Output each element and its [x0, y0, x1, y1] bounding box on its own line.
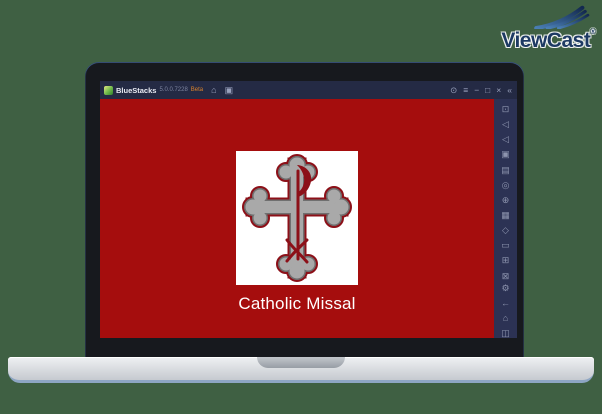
app-title: Catholic Missal — [238, 294, 356, 313]
location-icon[interactable]: ◎ — [502, 179, 510, 191]
install-apk-icon[interactable]: ⊕ — [502, 194, 510, 206]
bluestacks-logo-icon — [104, 85, 113, 95]
sidebar-nav: ⚙ ← ⌂ ◫ — [501, 282, 510, 338]
volume-up-icon[interactable]: ◁ — [502, 118, 509, 130]
viewcast-logo: ViewCast® — [493, 5, 595, 53]
game-controls-icon[interactable]: ⊠ — [502, 270, 510, 282]
screenshot-icon[interactable]: ▣ — [501, 148, 510, 160]
info-icon[interactable]: ⊙ — [450, 86, 457, 95]
app-name: BlueStacks — [116, 85, 157, 95]
collapse-sidebar-icon[interactable]: « — [507, 86, 512, 95]
settings-gear-icon[interactable]: ⚙ — [501, 282, 509, 294]
recent-apps-icon[interactable]: ◫ — [501, 327, 510, 338]
viewcast-swoosh-icon — [534, 5, 590, 29]
catholic-missal-app: Catholic Missal — [100, 99, 494, 338]
beta-badge: Beta — [190, 87, 204, 93]
app-logo-tile — [236, 151, 358, 285]
multi-instance-icon[interactable]: ⊞ — [502, 254, 510, 266]
home-tab-icon[interactable]: ⌂ — [211, 85, 216, 95]
media-manager-icon[interactable]: ▦ — [501, 209, 510, 221]
budded-cross-icon — [236, 151, 358, 285]
macro-recorder-icon[interactable]: ◇ — [502, 224, 509, 236]
bluestacks-titlebar: BlueStacks 5.0.0.7228 Beta ⌂ ▣ ⊙ ≡ − □ ×… — [100, 81, 517, 99]
screen-recorder-icon[interactable]: ▤ — [501, 164, 510, 176]
sidebar-tools: ⊡ ◁ ◁ ▣ ▤ ◎ ⊕ ▦ ◇ ▭ ⊞ ⊠ — [501, 103, 510, 282]
fullscreen-icon[interactable]: ⊡ — [502, 103, 510, 115]
window-controls: ⊙ ≡ − □ × « — [450, 86, 512, 95]
folder-icon[interactable]: ▭ — [501, 239, 510, 251]
laptop-base-notch — [257, 357, 345, 368]
menu-icon[interactable]: ≡ — [463, 86, 468, 95]
close-icon[interactable]: × — [496, 86, 501, 95]
page-background: ViewCast® BlueStacks 5.0.0.7228 Beta ⌂ ▣… — [0, 0, 602, 414]
maximize-icon[interactable]: □ — [485, 86, 490, 95]
registered-mark: ® — [590, 29, 595, 36]
back-icon[interactable]: ← — [501, 297, 510, 309]
volume-down-icon[interactable]: ◁ — [502, 133, 509, 145]
titlebar-left: BlueStacks 5.0.0.7228 Beta ⌂ ▣ — [104, 85, 233, 96]
home-icon[interactable]: ⌂ — [503, 312, 508, 324]
laptop-base — [8, 357, 594, 383]
version-label: 5.0.0.7228 — [159, 87, 188, 93]
app-tab-icon[interactable]: ▣ — [225, 85, 234, 96]
viewcast-name: ViewCast — [501, 29, 591, 52]
screen-body: Catholic Missal ⊡ ◁ ◁ ▣ ▤ ◎ ⊕ ▦ ◇ ▭ ⊞ ⊠ … — [100, 99, 517, 338]
viewcast-wordmark: ViewCast® — [501, 29, 595, 53]
laptop-screen-bezel: BlueStacks 5.0.0.7228 Beta ⌂ ▣ ⊙ ≡ − □ ×… — [85, 62, 524, 361]
bluestacks-sidebar: ⊡ ◁ ◁ ▣ ▤ ◎ ⊕ ▦ ◇ ▭ ⊞ ⊠ ⚙ ← ⌂ ◫ — [494, 99, 517, 338]
minimize-icon[interactable]: − — [474, 86, 479, 95]
bluestacks-window: BlueStacks 5.0.0.7228 Beta ⌂ ▣ ⊙ ≡ − □ ×… — [100, 81, 517, 338]
